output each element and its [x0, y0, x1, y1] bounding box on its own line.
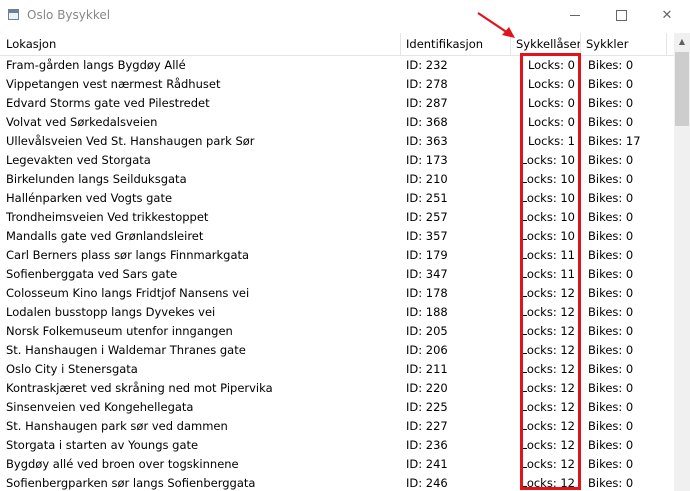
id-cell: ID: 206 [406, 343, 448, 357]
id-cell: ID: 347 [406, 267, 448, 281]
bikes-cell: Bikes: 0 [588, 362, 634, 376]
id-cell: ID: 220 [406, 381, 448, 395]
location-cell: Trondheimsveien Ved trikkestoppet [6, 210, 209, 224]
location-cell: St. Hanshaugen park sør ved dammen [6, 419, 228, 433]
id-cell: ID: 287 [406, 96, 448, 110]
bikes-cell: Bikes: 0 [588, 210, 634, 224]
bikes-cell: Bikes: 0 [588, 172, 634, 186]
column-divider[interactable] [666, 33, 667, 55]
bikes-cell: Bikes: 0 [588, 457, 634, 471]
location-cell: Sofienberggata ved Sars gate [6, 267, 178, 281]
bikes-cell: Bikes: 0 [588, 381, 634, 395]
location-cell: Mandalls gate ved Grønlandsleiret [6, 229, 204, 243]
id-cell: ID: 236 [406, 438, 448, 452]
location-cell: Sofienbergparken sør langs Sofienberggat… [6, 476, 256, 490]
id-cell: ID: 173 [406, 153, 448, 167]
bikes-cell: Bikes: 0 [588, 248, 634, 262]
scroll-up-button[interactable]: ▲ [674, 33, 690, 50]
id-cell: ID: 357 [406, 229, 448, 243]
maximize-button[interactable] [598, 0, 644, 30]
location-cell: Volvat ved Sørkedalsveien [6, 115, 158, 129]
bikes-cell: Bikes: 0 [588, 267, 634, 281]
id-cell: ID: 178 [406, 286, 448, 300]
maximize-icon [615, 9, 627, 21]
bikes-cell: Bikes: 0 [588, 438, 634, 452]
id-cell: ID: 225 [406, 400, 448, 414]
location-cell: Birkelunden langs Seilduksgata [6, 172, 187, 186]
bikes-cell: Bikes: 0 [588, 58, 634, 72]
location-cell: Carl Berners plass sør langs Finnmarkgat… [6, 248, 250, 262]
locks-column-highlight [520, 53, 581, 490]
bikes-cell: Bikes: 0 [588, 343, 634, 357]
location-cell: St. Hanshaugen i Waldemar Thranes gate [6, 343, 246, 357]
id-cell: ID: 188 [406, 305, 448, 319]
column-header-locks[interactable]: Sykkellåser [510, 33, 580, 55]
app-window: Oslo Bysykkel ✕ Lokasjon Identifikasjon … [0, 0, 690, 491]
bikes-cell: Bikes: 0 [588, 286, 634, 300]
column-header-location[interactable]: Lokasjon [0, 33, 400, 55]
scroll-up-arrow-icon: ▲ [678, 37, 686, 46]
close-icon: ✕ [661, 7, 673, 23]
minimize-button[interactable] [552, 0, 598, 30]
bikes-cell: Bikes: 0 [588, 77, 634, 91]
location-cell: Colosseum Kino langs Fridtjof Nansens ve… [6, 286, 250, 300]
scroll-thumb[interactable] [675, 52, 689, 126]
location-cell: Edvard Storms gate ved Pilestredet [6, 96, 210, 110]
location-cell: Lodalen busstopp langs Dyvekes vei [6, 305, 216, 319]
id-cell: ID: 210 [406, 172, 448, 186]
id-cell: ID: 257 [406, 210, 448, 224]
minimize-icon [570, 14, 580, 16]
id-cell: ID: 251 [406, 191, 448, 205]
id-cell: ID: 363 [406, 134, 448, 148]
location-cell: Legevakten ved Storgata [6, 153, 151, 167]
bikes-cell: Bikes: 0 [588, 229, 634, 243]
location-cell: Norsk Folkemuseum utenfor inngangen [6, 324, 233, 338]
bikes-cell: Bikes: 17 [588, 134, 641, 148]
location-cell: Hallénparken ved Vogts gate [6, 191, 173, 205]
bikes-cell: Bikes: 0 [588, 324, 634, 338]
id-cell: ID: 227 [406, 419, 448, 433]
id-cell: ID: 205 [406, 324, 448, 338]
bikes-cell: Bikes: 0 [588, 191, 634, 205]
location-cell: Sinsenveien ved Kongehellegata [6, 400, 194, 414]
title-bar[interactable]: Oslo Bysykkel ✕ [0, 0, 690, 30]
bikes-cell: Bikes: 0 [588, 476, 634, 490]
id-cell: ID: 246 [406, 476, 448, 490]
close-button[interactable]: ✕ [644, 0, 690, 30]
column-header-bikes[interactable]: Sykkler [580, 33, 666, 55]
bikes-cell: Bikes: 0 [588, 400, 634, 414]
bikes-cell: Bikes: 0 [588, 305, 634, 319]
bikes-cell: Bikes: 0 [588, 96, 634, 110]
id-cell: ID: 232 [406, 58, 448, 72]
window-title: Oslo Bysykkel [27, 8, 111, 22]
location-cell: Oslo City i Stenersgata [6, 362, 138, 376]
column-header-id[interactable]: Identifikasjon [400, 33, 510, 55]
location-cell: Storgata i starten av Youngs gate [6, 438, 199, 452]
location-cell: Vippetangen vest nærmest Rådhuset [6, 77, 221, 91]
bikes-cell: Bikes: 0 [588, 153, 634, 167]
id-cell: ID: 211 [406, 362, 448, 376]
vertical-scrollbar[interactable]: ▲ [674, 33, 690, 491]
bikes-cell: Bikes: 0 [588, 419, 634, 433]
location-cell: Bygdøy allé ved broen over togskinnene [6, 457, 239, 471]
location-cell: Ullevålsveien Ved St. Hanshaugen park Sø… [6, 134, 255, 148]
id-cell: ID: 241 [406, 457, 448, 471]
id-cell: ID: 179 [406, 248, 448, 262]
bikes-cell: Bikes: 0 [588, 115, 634, 129]
id-cell: ID: 278 [406, 77, 448, 91]
id-cell: ID: 368 [406, 115, 448, 129]
location-cell: Fram-gården langs Bygdøy Allé [6, 58, 186, 72]
window-app-icon [8, 9, 19, 20]
location-cell: Kontraskjæret ved skråning ned mot Piper… [6, 381, 273, 395]
